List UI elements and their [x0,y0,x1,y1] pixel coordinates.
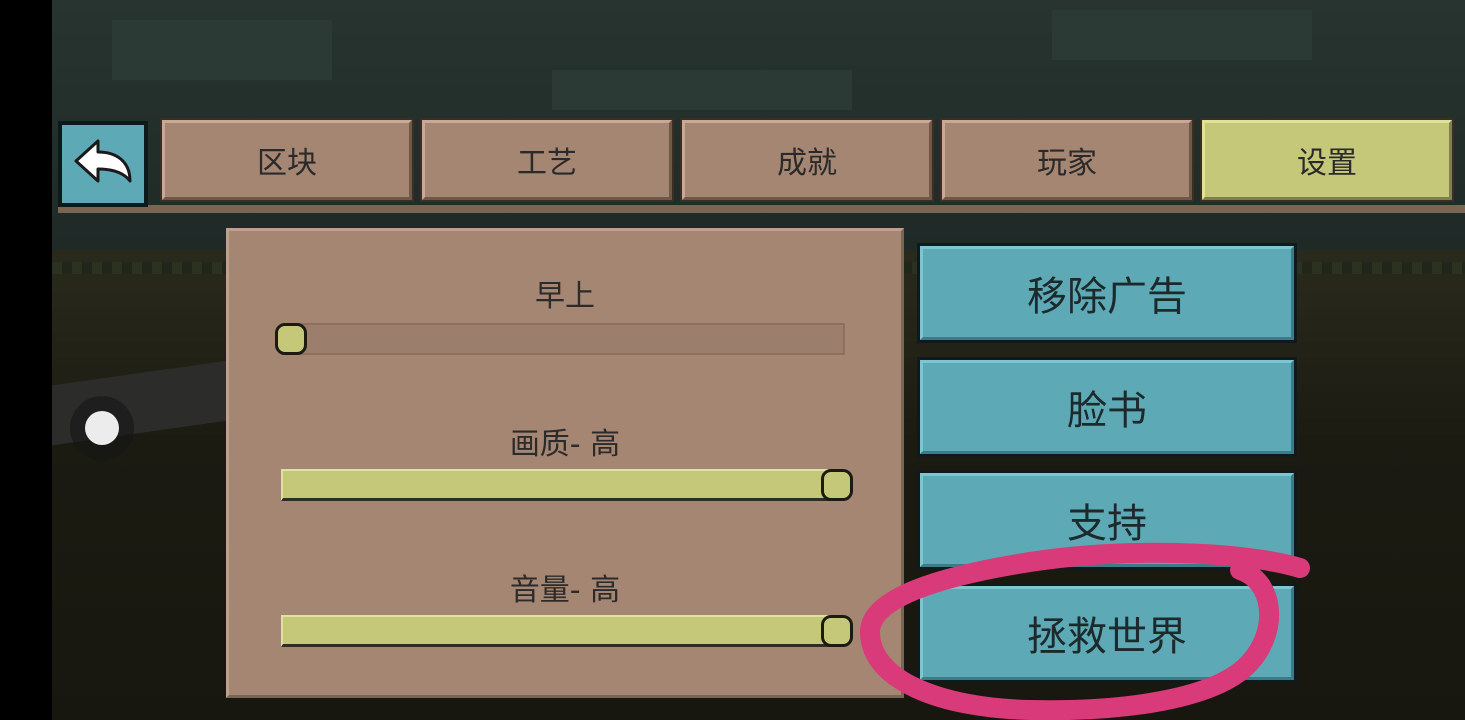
tab-players[interactable]: 玩家 [942,120,1192,200]
tab-crafting[interactable]: 工艺 [422,120,672,200]
game-screen: 区块 工艺 成就 玩家 设置 早上 画质- 高 音量- 高 移除广告 脸书 支持… [0,0,1465,720]
volume-label: 音量- 高 [509,573,621,608]
remove-ads-button[interactable]: 移除广告 [920,246,1294,340]
volume-slider-handle[interactable] [821,615,853,647]
cloud [552,70,852,110]
graphics-quality-slider-handle[interactable] [821,469,853,501]
graphics-quality-slider[interactable] [281,469,845,501]
settings-panel: 早上 画质- 高 音量- 高 [226,228,904,698]
back-arrow-icon [74,139,132,183]
support-button[interactable]: 支持 [920,473,1294,567]
tab-settings[interactable]: 设置 [1202,120,1452,200]
facebook-button[interactable]: 脸书 [920,360,1294,454]
time-of-day-slider-handle[interactable] [275,323,307,355]
joystick-knob[interactable] [85,411,119,445]
tab-blocks[interactable]: 区块 [162,120,412,200]
back-button[interactable] [58,121,148,207]
graphics-quality-label: 画质- 高 [509,427,621,462]
joystick[interactable] [70,396,134,460]
time-of-day-slider[interactable] [281,323,845,355]
tab-bar-shadow [58,205,1465,213]
save-world-button[interactable]: 拯救世界 [920,586,1294,680]
cloud [1052,10,1312,60]
cloud [112,20,332,80]
tab-achievements[interactable]: 成就 [682,120,932,200]
left-black-bar [0,0,52,720]
volume-slider[interactable] [281,615,845,647]
time-of-day-label: 早上 [535,279,595,314]
